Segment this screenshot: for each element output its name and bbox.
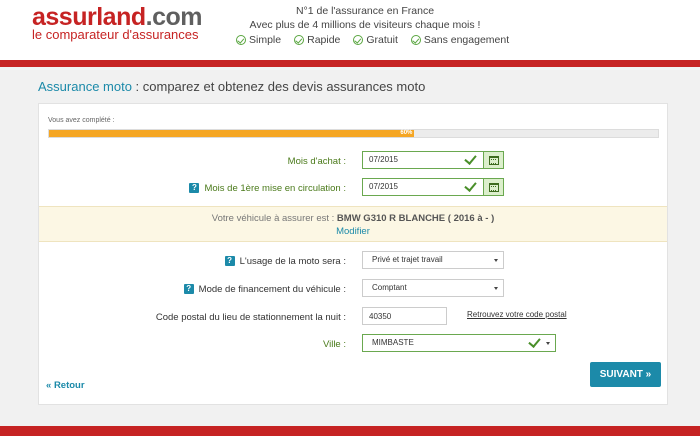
vehicle-summary-line: Votre véhicule à assurer est : BMW G310 … [39,213,667,224]
header-badges: Simple Rapide Gratuit Sans engagement [236,34,509,46]
city-label-text: Ville : [322,338,346,350]
site-header: assurland.com le comparateur d'assurance… [0,0,700,60]
progress-bar: 60% [48,129,659,138]
postal-code-label: Code postal du lieu de stationnement la … [99,308,346,326]
page-title-accent: Assurance moto [38,79,132,94]
purchase-month-label-text: Mois d'achat : [287,155,346,167]
financing-label: ? Mode de financement du véhicule : [99,280,346,298]
valid-check-icon [464,179,477,192]
footer-divider-bar [0,426,700,436]
back-link-label: Retour [53,380,85,391]
tagline-line-1: N°1 de l'assurance en France [295,5,435,17]
purchase-month-text: 07/2015 [369,155,398,164]
check-circle-icon [410,35,421,45]
usage-selected-value: Privé et trajet travail [372,255,443,264]
usage-label-text: L'usage de la moto sera : [239,255,346,267]
purchase-month-value[interactable]: 07/2015 [363,152,483,168]
purchase-month-calendar-button[interactable] [483,152,503,168]
logo-subtitle: le comparateur d'assurances [32,27,199,42]
vehicle-model: BMW G310 R BLANCHE ( 2016 à - ) [336,213,495,224]
badge-gratuit: Gratuit [353,34,398,46]
badge-label: Sans engagement [423,34,510,46]
usage-label: ? L'usage de la moto sera : [99,252,346,270]
caret-down-icon [494,259,498,262]
check-circle-icon [236,35,246,45]
back-link[interactable]: « Retour [46,380,85,391]
postal-code-input[interactable] [362,307,447,325]
progress-label: Vous avez complété : [48,117,115,124]
badge-sans-engagement: Sans engagement [410,34,510,46]
help-icon[interactable]: ? [224,256,235,266]
badge-label: Simple [249,34,282,46]
find-postal-code-link[interactable]: Retrouvez votre code postal [467,310,567,319]
check-circle-icon [294,35,305,45]
progress-percent: 60% [400,130,413,136]
quote-form-card: Vous avez complété : 60% Mois d'achat : … [38,103,668,405]
financing-label-text: Mode de financement du véhicule : [198,283,346,295]
help-icon[interactable]: ? [183,284,194,294]
postal-code-label-text: Code postal du lieu de stationnement la … [155,311,346,323]
caret-down-icon [546,342,550,345]
check-circle-icon [353,35,364,45]
page-title-rest: : comparez et obtenez des devis assuranc… [131,79,426,94]
calendar-icon [488,182,499,192]
progress-fill: 60% [49,130,415,137]
tagline-line-2: Avec plus de 4 millions de visiteurs cha… [249,19,481,31]
first-registration-field[interactable]: 07/2015 [362,178,504,196]
first-registration-text: 07/2015 [369,182,398,191]
caret-down-icon [494,287,498,290]
assurland-logo[interactable]: assurland.com le comparateur d'assurance… [32,4,202,42]
valid-check-icon [528,335,541,348]
financing-selected-value: Comptant [372,283,407,292]
valid-check-icon [464,152,477,165]
help-icon[interactable]: ? [189,183,200,193]
badge-label: Gratuit [366,34,398,46]
header-tagline: N°1 de l'assurance en France Avec plus d… [200,4,530,32]
purchase-month-label: Mois d'achat : [99,152,346,170]
city-selected-value: MIMBASTE [372,338,414,347]
first-registration-label: ? Mois de 1ère mise en circulation : [99,179,346,197]
badge-simple: Simple [236,34,281,46]
modify-vehicle-link[interactable]: Modifier [39,226,667,237]
first-registration-value[interactable]: 07/2015 [363,179,483,195]
calendar-icon [488,155,499,165]
badge-label: Rapide [307,34,341,46]
page-title: Assurance moto : comparez et obtenez des… [38,79,425,94]
badge-rapide: Rapide [294,34,340,46]
vehicle-summary-box: Votre véhicule à assurer est : BMW G310 … [39,206,667,242]
city-select[interactable]: MIMBASTE [362,334,556,352]
vehicle-prefix: Votre véhicule à assurer est : [211,213,337,224]
city-label: Ville : [99,335,346,353]
purchase-month-field[interactable]: 07/2015 [362,151,504,169]
header-divider-bar [0,60,700,67]
first-registration-calendar-button[interactable] [483,179,503,195]
financing-select[interactable]: Comptant [362,279,504,297]
usage-select[interactable]: Privé et trajet travail [362,251,504,269]
next-button[interactable]: SUIVANT » [590,362,661,387]
first-registration-label-text: Mois de 1ère mise en circulation : [204,182,346,194]
